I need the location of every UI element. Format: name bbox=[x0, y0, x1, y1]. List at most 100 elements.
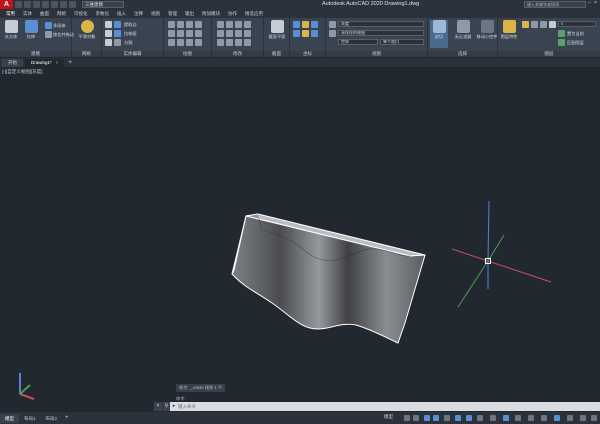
region-icon[interactable] bbox=[186, 39, 193, 46]
tab-parametric[interactable]: 参数化 bbox=[96, 11, 110, 17]
array-icon[interactable] bbox=[235, 30, 242, 37]
command-prompt-icon[interactable]: ▸ bbox=[170, 402, 178, 411]
explode-icon[interactable] bbox=[235, 39, 242, 46]
hardware-acceleration-icon[interactable] bbox=[567, 415, 573, 421]
ucs-view-icon[interactable] bbox=[311, 30, 318, 37]
model-canvas[interactable] bbox=[0, 67, 600, 410]
layer-color-icon[interactable] bbox=[549, 21, 556, 28]
extract-edges-label[interactable]: 提取边 bbox=[124, 22, 137, 28]
visual-style-dropdown[interactable]: 灰度 bbox=[338, 21, 424, 27]
tab-visualize[interactable]: 可视化 bbox=[74, 11, 88, 17]
separate-icon[interactable] bbox=[114, 39, 121, 46]
transparency-icon[interactable] bbox=[490, 415, 496, 421]
culling-button[interactable]: 剖切 bbox=[430, 20, 448, 48]
ucs-world-icon[interactable] bbox=[302, 21, 309, 28]
object-snap-icon[interactable] bbox=[466, 415, 472, 421]
open-file-icon[interactable] bbox=[24, 1, 31, 8]
subtract-icon[interactable] bbox=[105, 30, 112, 37]
section-plane-button[interactable]: 截面平面 bbox=[268, 20, 286, 48]
circle-icon[interactable] bbox=[186, 21, 193, 28]
point-icon[interactable] bbox=[177, 39, 184, 46]
isodraft-icon[interactable] bbox=[444, 415, 450, 421]
viewport-config-dropdown[interactable]: 单个视口 bbox=[380, 39, 424, 45]
rotate-icon[interactable] bbox=[226, 21, 233, 28]
make-current-label[interactable]: 置为当前 bbox=[567, 31, 584, 37]
tab-featured-apps[interactable]: 精选应用 bbox=[245, 11, 263, 17]
ucs-object-icon[interactable] bbox=[302, 30, 309, 37]
wave-solid-model[interactable] bbox=[231, 213, 426, 344]
polar-icon[interactable] bbox=[433, 415, 439, 421]
layer-properties-button[interactable]: 图层特性 bbox=[500, 20, 518, 48]
annotation-scale-icon[interactable] bbox=[515, 415, 521, 421]
match-layer-icon[interactable] bbox=[558, 39, 565, 46]
ucs-dropdown[interactable]: 世界 bbox=[338, 39, 378, 45]
visual-style-icon[interactable] bbox=[329, 21, 336, 28]
mirror-icon[interactable] bbox=[244, 21, 251, 28]
ucs-gizmo[interactable] bbox=[451, 200, 552, 308]
polysolid-icon[interactable] bbox=[45, 22, 52, 29]
presspull-label[interactable]: 按住并拖动 bbox=[53, 32, 74, 38]
tab-home[interactable]: 常用 bbox=[6, 11, 15, 17]
layout-tab-layout1[interactable]: 布局1 bbox=[19, 414, 41, 423]
tab-addins[interactable]: 附加模块 bbox=[202, 11, 220, 17]
no-filter-button[interactable]: 无过滤器 bbox=[452, 20, 474, 48]
ellipse-icon[interactable] bbox=[186, 30, 193, 37]
tab-surface[interactable]: 曲面 bbox=[40, 11, 49, 17]
ucs-icon[interactable] bbox=[293, 21, 300, 28]
spline-icon[interactable] bbox=[168, 39, 175, 46]
layer-freeze-icon[interactable] bbox=[531, 21, 538, 28]
clean-screen-icon[interactable] bbox=[580, 415, 586, 421]
save-icon[interactable] bbox=[33, 1, 40, 8]
file-tab-start[interactable]: 开始 bbox=[2, 59, 23, 67]
snap-icon[interactable] bbox=[413, 415, 419, 421]
add-layout-button[interactable]: + bbox=[65, 415, 69, 421]
minimize-icon[interactable]: ‒ bbox=[588, 1, 593, 6]
tab-manage[interactable]: 管理 bbox=[168, 11, 177, 17]
trim-icon[interactable] bbox=[217, 30, 224, 37]
copy-icon[interactable] bbox=[235, 21, 242, 28]
layout-tab-layout2[interactable]: 布局2 bbox=[41, 414, 63, 423]
offset-icon[interactable] bbox=[226, 39, 233, 46]
line-icon[interactable] bbox=[168, 21, 175, 28]
named-views-dropdown[interactable]: 未保存的视图 bbox=[338, 30, 424, 36]
command-close-icon[interactable]: × bbox=[154, 402, 162, 411]
save-as-icon[interactable] bbox=[42, 1, 49, 8]
smooth-object-button[interactable]: 平滑对象 bbox=[78, 20, 96, 48]
stretch-icon[interactable] bbox=[217, 39, 224, 46]
make-current-icon[interactable] bbox=[558, 30, 565, 37]
scale-icon[interactable] bbox=[244, 30, 251, 37]
ucs-origin-icon[interactable] bbox=[311, 21, 318, 28]
arc-icon[interactable] bbox=[195, 21, 202, 28]
intersect-icon[interactable] bbox=[105, 39, 112, 46]
workspace-switch-icon[interactable] bbox=[528, 415, 534, 421]
presspull-icon[interactable] bbox=[45, 31, 52, 38]
extract-edges-icon[interactable] bbox=[114, 21, 121, 28]
fillet-icon[interactable] bbox=[226, 30, 233, 37]
layer-dropdown[interactable]: 0 bbox=[558, 21, 596, 27]
ortho-icon[interactable] bbox=[424, 415, 430, 421]
extrude-faces-icon[interactable] bbox=[114, 30, 121, 37]
polyline-icon[interactable] bbox=[177, 21, 184, 28]
extrude-faces-label[interactable]: 拉伸面 bbox=[124, 31, 137, 37]
layer-on-icon[interactable] bbox=[522, 21, 529, 28]
helix-icon[interactable] bbox=[195, 39, 202, 46]
named-views-icon[interactable] bbox=[329, 30, 336, 37]
layer-lock-icon[interactable] bbox=[540, 21, 547, 28]
move-gizmo-button[interactable]: 移动小控件 bbox=[476, 20, 498, 48]
separate-label[interactable]: 分割 bbox=[124, 40, 132, 46]
drawing-viewport[interactable]: [-][自定义视图][灰度] bbox=[0, 67, 600, 410]
new-file-icon[interactable] bbox=[15, 1, 22, 8]
selection-cycling-icon[interactable] bbox=[503, 415, 509, 421]
tab-mesh[interactable]: 网格 bbox=[57, 11, 66, 17]
workspace-dropdown[interactable]: 三维建模 bbox=[82, 1, 124, 8]
move-icon[interactable] bbox=[217, 21, 224, 28]
grid-icon[interactable] bbox=[404, 415, 410, 421]
hatch-icon[interactable] bbox=[195, 30, 202, 37]
match-layer-label[interactable]: 匹配图层 bbox=[567, 40, 584, 46]
tab-collaborate[interactable]: 协作 bbox=[228, 11, 237, 17]
object-snap-tracking-icon[interactable] bbox=[455, 415, 461, 421]
tab-solid[interactable]: 实体 bbox=[23, 11, 32, 17]
lineweight-icon[interactable] bbox=[477, 415, 483, 421]
polysolid-label[interactable]: 多段体 bbox=[53, 23, 66, 29]
autocad-logo-icon[interactable]: A bbox=[0, 0, 13, 9]
